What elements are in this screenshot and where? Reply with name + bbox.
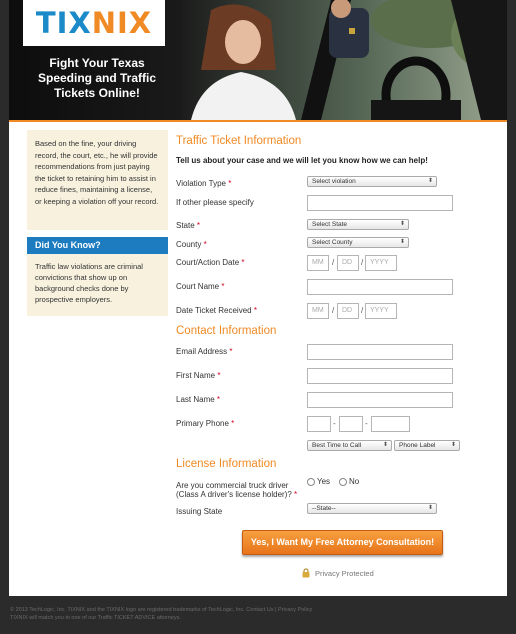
phone-separator: - (365, 419, 368, 428)
did-you-know-heading: Did You Know? (27, 237, 168, 254)
footer-copyright: © 2013 TechLogic, Inc. TIXNIX and the TI… (10, 607, 313, 613)
header-tagline: Fight Your Texas Speeding and Traffic Ti… (37, 56, 157, 100)
violation-type-label: Violation Type * (176, 179, 232, 188)
phone-separator: - (333, 419, 336, 428)
ticket-date-year-input[interactable]: YYYY (365, 303, 397, 319)
logo-nix: NIX (91, 6, 153, 40)
phone-area-input[interactable] (307, 416, 331, 432)
lock-icon (302, 568, 310, 578)
truck-driver-label: Are you commercial truck driver (Class A… (176, 481, 298, 499)
state-select[interactable]: Select State ⬍ (307, 219, 409, 230)
date-separator: / (332, 258, 335, 267)
submit-consultation-button[interactable]: Yes, I Want My Free Attorney Consultatio… (242, 530, 443, 555)
phone-type-select[interactable]: Phone Label ⬍ (394, 440, 460, 451)
court-date-year-input[interactable]: YYYY (365, 255, 397, 271)
privacy-label: Privacy Protected (315, 568, 374, 578)
logo[interactable]: TIXNIX (23, 0, 165, 46)
last-name-label: Last Name * (176, 395, 221, 404)
email-input[interactable] (307, 344, 453, 360)
footer: © 2013 TechLogic, Inc. TIXNIX and the TI… (10, 606, 506, 622)
first-name-input[interactable] (307, 368, 453, 384)
truck-yes-label: Yes (317, 477, 331, 486)
chevron-updown-icon: ⬍ (450, 442, 456, 448)
other-specify-label: If other please specify (176, 198, 254, 207)
date-separator: / (361, 258, 364, 267)
truck-no-label: No (349, 477, 360, 486)
sidebar-intro: Based on the fine, your driving record, … (27, 130, 168, 230)
truck-no-radio[interactable] (339, 478, 347, 486)
violation-type-select[interactable]: Select violation ⬍ (307, 176, 437, 187)
logo-tix: TIX (35, 6, 92, 40)
phone-label: Primary Phone * (176, 419, 235, 428)
court-name-input[interactable] (307, 279, 453, 295)
hero-photo (181, 0, 507, 120)
last-name-input[interactable] (307, 392, 453, 408)
chevron-updown-icon: ⬍ (399, 221, 405, 227)
county-label: County * (176, 240, 207, 249)
chevron-updown-icon: ⬍ (382, 442, 388, 448)
issuing-state-label: Issuing State (176, 507, 223, 516)
chevron-updown-icon: ⬍ (399, 239, 405, 245)
phone-prefix-input[interactable] (339, 416, 363, 432)
court-date-month-input[interactable]: MM (307, 255, 329, 271)
form-intro: Tell us about your case and we will let … (176, 156, 428, 165)
ticket-date-day-input[interactable]: DD (337, 303, 359, 319)
court-date-day-input[interactable]: DD (337, 255, 359, 271)
header-banner: TIXNIX Fight Your Texas Speeding and Tra… (9, 0, 507, 122)
privacy-notice: Privacy Protected (302, 568, 374, 578)
email-label: Email Address * (176, 347, 233, 356)
issuing-state-select[interactable]: --State-- ⬍ (307, 503, 437, 514)
court-name-label: Court Name * (176, 282, 225, 291)
did-you-know-text: Traffic law violations are criminal conv… (27, 254, 168, 316)
license-heading: License Information (176, 458, 277, 470)
truck-yes-radio[interactable] (307, 478, 315, 486)
phone-line-input[interactable] (371, 416, 410, 432)
ticket-date-month-input[interactable]: MM (307, 303, 329, 319)
county-select[interactable]: Select County ⬍ (307, 237, 409, 248)
ticket-date-label: Date Ticket Received * (176, 306, 257, 315)
first-name-label: First Name * (176, 371, 221, 380)
best-time-select[interactable]: Best Time to Call ⬍ (307, 440, 392, 451)
header-divider (9, 120, 507, 122)
contact-heading: Contact Information (176, 325, 277, 337)
chevron-updown-icon: ⬍ (427, 178, 433, 184)
footer-note: TIXNIX will match you to one of our Traf… (10, 615, 181, 621)
traffic-ticket-heading: Traffic Ticket Information (176, 135, 302, 147)
court-date-label: Court/Action Date * (176, 258, 245, 267)
date-separator: / (332, 306, 335, 315)
other-specify-input[interactable] (307, 195, 453, 211)
page: TIXNIX Fight Your Texas Speeding and Tra… (9, 0, 507, 596)
date-separator: / (361, 306, 364, 315)
chevron-updown-icon: ⬍ (427, 505, 433, 511)
state-label: State * (176, 221, 201, 230)
